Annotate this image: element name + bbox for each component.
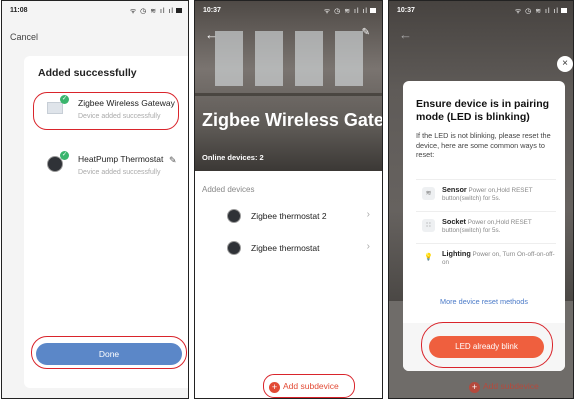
close-icon[interactable]: × [557,56,573,72]
reset-option-socket: ∷ Socket Power on,Hold RESET button(swit… [416,211,556,242]
more-reset-methods-link[interactable]: More device reset methods [403,297,565,306]
screen-pairing-mode: 10:37 ᯤ ◷ ≋ ıl ıl ← × Ensure device is i… [388,0,574,399]
status-time: 10:37 [397,7,415,14]
edit-pencil-icon[interactable]: ✎ [362,27,370,38]
thermostat-icon [227,209,241,223]
chevron-right-icon: › [366,209,370,220]
screen-gateway-detail: 10:37 ᯤ ◷ ≋ ıl ıl ← ✎ Zigbee Wireless Ga… [194,0,383,399]
back-arrow-icon[interactable]: ← [205,27,218,42]
check-icon: ✓ [60,95,69,104]
dialog-title: Ensure device is in pairing mode (LED is… [416,98,550,123]
bulb-icon: 💡 [424,254,433,261]
status-time: 11:08 [10,7,28,14]
page-title: Zigbee Wireless Gatew.. [202,110,383,130]
card-title: Added successfully [38,67,137,79]
list-item[interactable]: Zigbee thermostat 2 › [195,205,382,229]
status-bar: 11:08 ᯤ ◷ ≋ ıl ıl [2,1,188,21]
cancel-button[interactable]: Cancel [10,32,38,42]
reset-option-lighting: 💡 Lighting Power on, Turn On-off-on-off-… [416,243,556,274]
screen-added-successfully: 11:08 ᯤ ◷ ≋ ıl ıl Cancel Added successfu… [1,0,189,399]
done-button[interactable]: Done [36,343,182,365]
status-bar: 10:37 ᯤ ◷ ≋ ıl ıl [389,1,573,21]
device-status: Device added successfully [78,113,161,120]
edit-pencil-icon[interactable]: ✎ [169,155,177,166]
option-name: Socket [442,217,466,226]
option-name: Lighting [442,249,471,258]
device-name: Zigbee Wireless Gateway [78,98,175,108]
plus-icon: + [469,382,480,393]
device-name: HeatPump Thermostat [78,154,164,164]
check-icon: ✓ [60,151,69,160]
reset-option-sensor: ≋ Sensor Power on,Hold RESET button(swit… [416,179,556,210]
back-arrow-icon[interactable]: ← [399,27,412,42]
section-label: Added devices [202,185,255,194]
list-item[interactable]: Zigbee thermostat › [195,237,382,261]
status-bar: 10:37 ᯤ ◷ ≋ ıl ıl [195,1,382,21]
online-devices-count: Online devices: 2 [202,153,264,162]
chevron-right-icon: › [366,241,370,252]
device-row-gateway[interactable]: ✓ Zigbee Wireless Gateway Device added s… [24,92,188,132]
add-subdevice-button: + Add subdevice [469,381,539,393]
socket-icon: ∷ [422,219,435,232]
device-row-thermostat[interactable]: ✓ HeatPump Thermostat Device added succe… [24,148,188,188]
status-icons: ᯤ ◷ ≋ ıl ıl [324,7,376,16]
device-name: Zigbee thermostat [251,243,320,253]
sensor-icon: ≋ [422,187,435,200]
battery-icon [176,8,182,13]
status-icons: ᯤ ◷ ≋ ıl ıl [515,7,567,16]
plus-icon: + [269,382,280,393]
hero-image [195,1,382,171]
device-status: Device added successfully [78,169,161,176]
status-icons: ᯤ ◷ ≋ ıl ıl [130,7,182,16]
add-subdevice-button[interactable]: + Add subdevice [269,381,339,393]
option-name: Sensor [442,185,467,194]
led-already-blink-button[interactable]: LED already blink [429,336,544,358]
device-name: Zigbee thermostat 2 [251,211,327,221]
battery-icon [561,8,567,13]
status-time: 10:37 [203,7,221,14]
dialog-description: If the LED is not blinking, please reset… [416,131,551,159]
battery-icon [370,8,376,13]
thermostat-icon [227,241,241,255]
result-card: Added successfully ✓ Zigbee Wireless Gat… [24,56,188,388]
